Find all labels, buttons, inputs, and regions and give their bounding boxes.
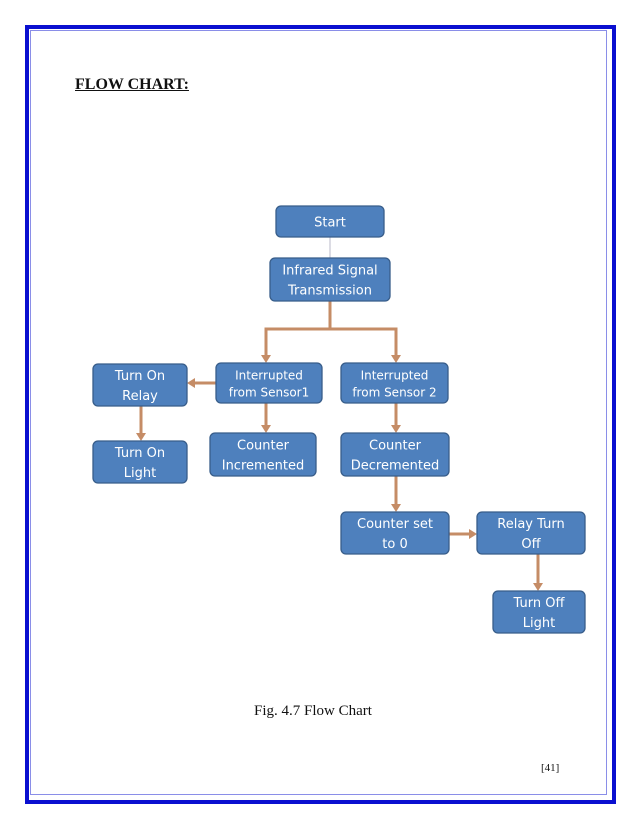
arrowhead-icon <box>391 504 401 512</box>
arrowhead-icon <box>261 355 271 363</box>
flow-node-sensor1: Interrupted from Sensor1 <box>215 362 323 404</box>
flow-node-label: Interrupted <box>235 369 303 383</box>
flow-node-set-zero: Counter set to 0 <box>340 511 450 555</box>
flow-node-sensor2: Interrupted from Sensor 2 <box>340 362 449 404</box>
arrowhead-icon <box>391 425 401 433</box>
flow-edge-infrared-to-sensor2 <box>330 327 401 363</box>
page-number: [41] <box>541 762 560 774</box>
flow-node-light-on: Turn On Light <box>92 440 188 484</box>
flow-edge-relay-off-to-light-off <box>533 554 543 591</box>
flow-node-label: Incremented <box>222 459 305 474</box>
flow-node-label: Relay Turn <box>497 517 564 532</box>
flow-node-label: Turn On <box>114 369 165 384</box>
flow-edge-infrared-to-sensor1 <box>261 301 332 363</box>
flow-node-label: Light <box>523 616 555 631</box>
flow-edge-sensor2-to-decremented <box>391 403 401 433</box>
arrowhead-icon <box>469 529 477 539</box>
flow-node-light-off: Turn Off Light <box>492 590 586 634</box>
flow-node-label: Turn Off <box>513 596 566 611</box>
figure-caption: Fig. 4.7 Flow Chart <box>254 703 372 719</box>
flow-node-label: Counter <box>237 439 290 454</box>
flow-node-label: from Sensor1 <box>229 386 310 400</box>
flow-node-relay-on: Turn On Relay <box>92 363 188 407</box>
flow-edge-decremented-to-set-zero <box>391 476 401 512</box>
flow-node-label: Transmission <box>287 284 372 299</box>
flow-edge-set-zero-to-relay-off <box>449 529 477 539</box>
flow-node-label: Light <box>124 466 156 481</box>
flow-edge-sensor1-to-incremented <box>261 403 271 433</box>
flow-node-infrared: Infrared Signal Transmission <box>269 257 391 302</box>
flow-connector-line <box>330 327 398 355</box>
flow-node-decremented: Counter Decremented <box>340 432 450 477</box>
flow-node-incremented: Counter Incremented <box>209 432 317 477</box>
flow-connector-line <box>264 301 332 355</box>
flow-node-label: Off <box>521 537 541 552</box>
flow-node-label: Counter set <box>357 517 433 532</box>
flow-node-start: Start <box>275 205 385 238</box>
flowchart-nodes: Start Infrared Signal Transmission Interrup… <box>92 205 586 634</box>
flow-edge-relay-on-to-light-on <box>136 406 146 441</box>
flow-node-label: Start <box>314 216 346 231</box>
flow-edge-sensor1-to-relay-on <box>187 378 216 388</box>
arrowhead-icon <box>187 378 195 388</box>
flow-node-relay-off: Relay Turn Off <box>476 511 586 555</box>
flow-node-label: Interrupted <box>361 369 429 383</box>
arrowhead-icon <box>533 583 543 591</box>
arrowhead-icon <box>261 425 271 433</box>
flow-node-label: Relay <box>122 389 158 404</box>
flow-node-label: from Sensor 2 <box>352 386 436 400</box>
flow-node-label: Decremented <box>351 459 439 474</box>
flow-node-label: Infrared Signal <box>282 264 377 279</box>
flow-node-label: to 0 <box>382 537 407 552</box>
flow-node-label: Turn On <box>114 446 165 461</box>
arrowhead-icon <box>391 355 401 363</box>
flow-node-label: Counter <box>369 439 422 454</box>
arrowhead-icon <box>136 433 146 441</box>
